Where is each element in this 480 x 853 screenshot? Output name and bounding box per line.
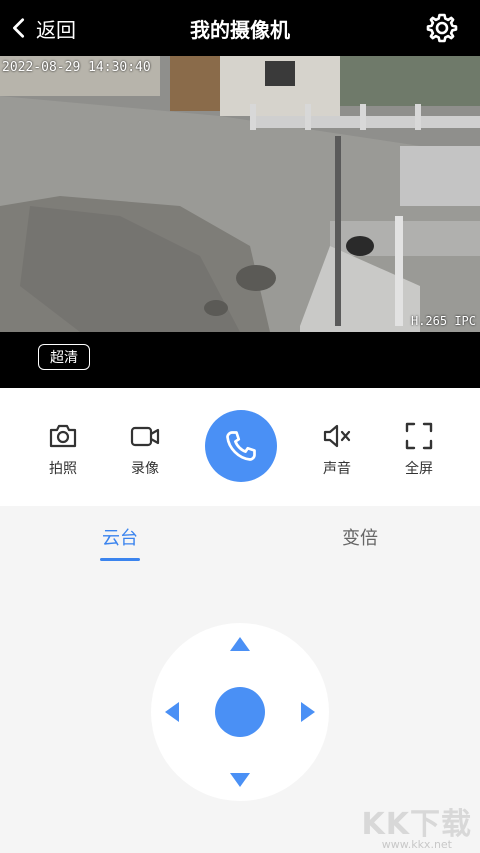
arrow-down-icon[interactable] <box>230 773 250 787</box>
arrow-right-icon[interactable] <box>301 702 315 722</box>
tab-ptz[interactable]: 云台 <box>60 524 180 550</box>
video-codec-label: H.265 IPC <box>410 314 476 328</box>
camera-video-feed[interactable]: 2022-08-29 14:30:40 H.265 IPC <box>0 56 480 332</box>
phone-icon <box>226 431 256 461</box>
arrow-left-icon[interactable] <box>165 702 179 722</box>
tab-zoom[interactable]: 变倍 <box>300 524 420 550</box>
fullscreen-button[interactable]: 全屏 <box>389 420 449 478</box>
ptz-direction-pad <box>151 623 329 801</box>
camera-icon <box>49 424 77 448</box>
street-scene-image <box>0 56 480 332</box>
fullscreen-label: 全屏 <box>405 461 433 477</box>
tab-active-indicator <box>100 558 140 561</box>
sound-label: 声音 <box>323 461 351 477</box>
sound-button[interactable]: 声音 <box>307 420 367 478</box>
video-controls-bar: 超清 <box>0 332 480 388</box>
record-label: 录像 <box>131 461 159 477</box>
site-watermark: KK下载 www.kkx.net <box>358 799 478 851</box>
snapshot-button[interactable]: 拍照 <box>33 420 93 478</box>
talk-call-button[interactable] <box>205 410 277 482</box>
watermark-url: www.kkx.net <box>381 838 452 851</box>
speaker-mute-icon <box>323 424 351 448</box>
record-button[interactable]: 录像 <box>115 420 175 478</box>
control-tabs: 云台 变倍 <box>0 506 480 566</box>
camera-page: 返回 我的摄像机 2022-08-29 14:30:40 H.265 IPC 超… <box>0 0 480 853</box>
watermark-logo: KK下载 <box>361 807 472 842</box>
video-camera-icon <box>130 426 160 447</box>
video-timestamp: 2022-08-29 14:30:40 <box>2 60 151 75</box>
fullscreen-icon <box>405 422 433 450</box>
action-toolbar: 拍照 录像 声音 全屏 <box>0 388 480 506</box>
snapshot-label: 拍照 <box>49 461 77 477</box>
ptz-center-button[interactable] <box>215 687 265 737</box>
quality-button[interactable]: 超清 <box>38 344 90 370</box>
page-title: 我的摄像机 <box>190 18 290 42</box>
gear-icon[interactable] <box>426 12 458 44</box>
arrow-up-icon[interactable] <box>230 637 250 651</box>
header-bar: 返回 我的摄像机 <box>0 0 480 56</box>
